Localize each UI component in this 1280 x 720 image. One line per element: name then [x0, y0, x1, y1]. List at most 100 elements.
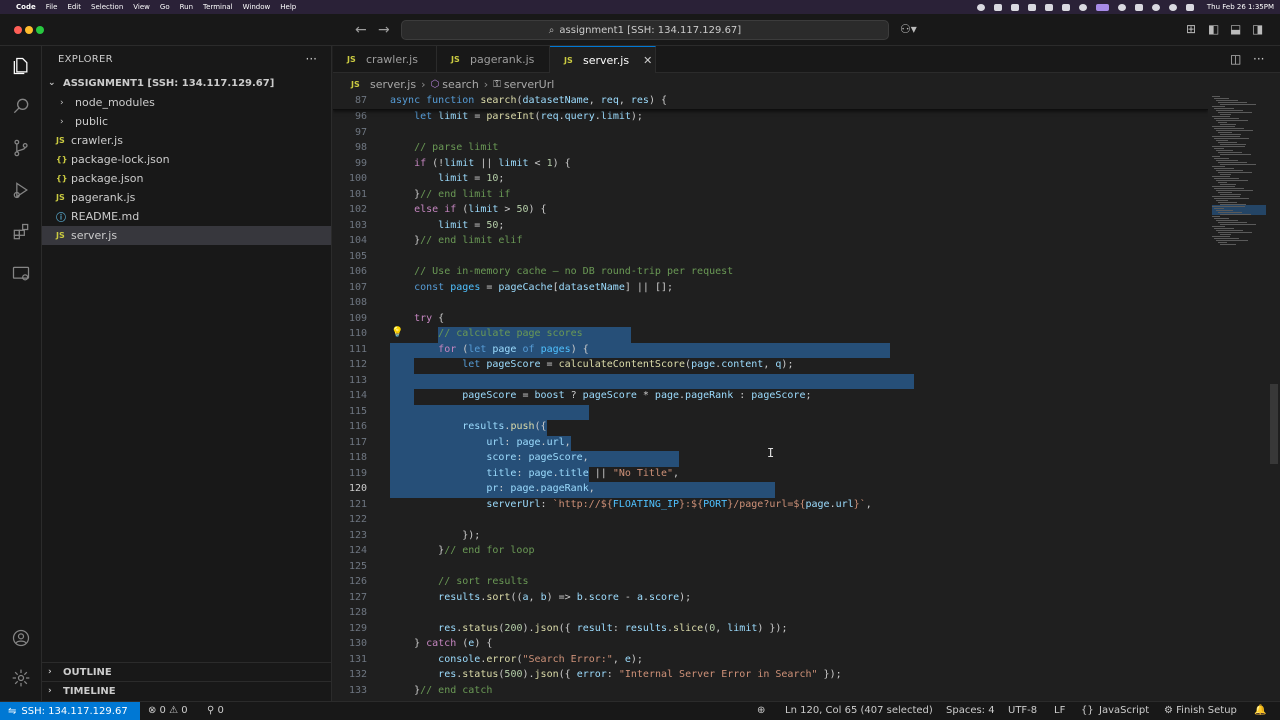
code-line[interactable]: 105	[333, 250, 1208, 266]
code-line[interactable]: 133 }// end catch	[333, 684, 1208, 700]
code-line[interactable]: 108	[333, 296, 1208, 312]
code-line[interactable]: 107 const pages = pageCache[datasetName]…	[333, 281, 1208, 297]
more-actions-icon[interactable]: ···	[1253, 52, 1264, 66]
tab-crawler-js[interactable]: JS crawler.js	[333, 46, 437, 73]
menu-edit[interactable]: Edit	[67, 3, 81, 11]
toggle-sidebar-icon[interactable]: ◧	[1208, 22, 1219, 36]
end-of-line[interactable]: LF	[1054, 705, 1065, 716]
code-editor[interactable]: 87 async function search(datasetName, re…	[333, 94, 1208, 701]
cursor-position[interactable]: Ln 120, Col 65 (407 selected)	[785, 705, 933, 716]
menu-terminal[interactable]: Terminal	[203, 3, 233, 11]
code-line[interactable]: 119 title: page.title || "No Title",	[333, 466, 1208, 482]
cloud-icon[interactable]	[993, 3, 1002, 11]
customize-layout-icon[interactable]: ⊞	[1186, 22, 1196, 36]
search-view-icon[interactable]	[9, 94, 33, 118]
code-line[interactable]: 110 // calculate page scores	[333, 327, 1208, 343]
siri-icon[interactable]	[1185, 3, 1194, 11]
vertical-scrollbar[interactable]	[1268, 94, 1280, 701]
remote-indicator[interactable]: ⇋ SSH: 134.117.129.67	[0, 702, 140, 720]
code-line[interactable]: 126 // sort results	[333, 575, 1208, 591]
tree-item-readme-md[interactable]: ⓘ README.md	[42, 207, 331, 226]
code-line[interactable]: 120 pr: page.pageRank,	[333, 482, 1208, 498]
code-line[interactable]: 99 if (!limit || limit < 1) {	[333, 157, 1208, 173]
control-center-icon[interactable]	[1095, 3, 1109, 11]
code-line[interactable]: 122	[333, 513, 1208, 529]
run-debug-icon[interactable]	[9, 178, 33, 202]
timeline-section[interactable]: › TIMELINE	[42, 681, 332, 700]
camera-icon[interactable]	[1061, 3, 1070, 11]
more-actions-icon[interactable]: ···	[306, 52, 317, 66]
menubar-clock[interactable]: Thu Feb 26 1:35PM	[1207, 3, 1274, 11]
toggle-panel-icon[interactable]: ⬓	[1230, 22, 1241, 36]
extensions-icon[interactable]	[9, 220, 33, 244]
code-line[interactable]: 100 limit = 10;	[333, 172, 1208, 188]
language-mode[interactable]: JavaScript	[1099, 705, 1149, 716]
breadcrumb-file[interactable]: server.js	[370, 78, 416, 91]
outline-section[interactable]: › OUTLINE	[42, 662, 332, 681]
menu-selection[interactable]: Selection	[91, 3, 123, 11]
explorer-icon[interactable]	[9, 54, 33, 78]
problems-indicator[interactable]: ⊗ 0 ⚠ 0	[148, 705, 188, 716]
copilot-icon[interactable]: ⚇▾	[900, 22, 917, 36]
command-center-search[interactable]: ⌕ assignment1 [SSH: 134.117.129.67]	[401, 20, 889, 40]
code-line[interactable]: 121 serverUrl: `http://${FLOATING_IP}:${…	[333, 498, 1208, 514]
code-line[interactable]: 103 limit = 50;	[333, 219, 1208, 235]
menu-run[interactable]: Run	[180, 3, 193, 11]
split-editor-icon[interactable]: ◫	[1230, 52, 1241, 66]
close-window-button[interactable]	[14, 26, 22, 34]
back-arrow-icon[interactable]: ←	[355, 22, 367, 38]
record-icon[interactable]	[976, 3, 985, 11]
finish-setup-button[interactable]: ⚙ Finish Setup	[1164, 705, 1237, 716]
code-line[interactable]: 98 // parse limit	[333, 141, 1208, 157]
tree-item-package-lock-json[interactable]: {} package-lock.json	[42, 150, 331, 169]
code-line[interactable]: 109 try {	[333, 312, 1208, 328]
menu-file[interactable]: File	[46, 3, 58, 11]
workspace-root[interactable]: ⌄ ASSIGNMENT1 [SSH: 134.117.129.67]	[42, 73, 331, 93]
code-line[interactable]: 101 }// end limit if	[333, 188, 1208, 204]
menu-app[interactable]: Code	[16, 3, 36, 11]
sticky-scroll-header[interactable]: 87 async function search(datasetName, re…	[333, 94, 1208, 110]
tree-item-public[interactable]: › public	[42, 112, 331, 131]
code-line[interactable]: 127 results.sort((a, b) => b.score - a.s…	[333, 591, 1208, 607]
code-line[interactable]: 114 pageScore = boost ? pageScore * page…	[333, 389, 1208, 405]
code-line[interactable]: 123 });	[333, 529, 1208, 545]
manage-gear-icon[interactable]	[9, 666, 33, 690]
tree-item-server-js[interactable]: JS server.js	[42, 226, 331, 245]
code-line[interactable]: 124 }// end for loop	[333, 544, 1208, 560]
zoom-icon[interactable]: ⊕	[757, 705, 765, 716]
code-line[interactable]: 131 console.error("Search Error:", e);	[333, 653, 1208, 669]
indentation[interactable]: Spaces: 4	[946, 705, 995, 716]
grid-icon[interactable]	[1027, 3, 1036, 11]
code-line[interactable]: 112 let pageScore = calculateContentScor…	[333, 358, 1208, 374]
tab-pagerank-js[interactable]: JS pagerank.js	[437, 46, 550, 73]
tree-item-crawler-js[interactable]: JS crawler.js	[42, 131, 331, 150]
code-line[interactable]: 115	[333, 404, 1208, 420]
code-line[interactable]: 125	[333, 560, 1208, 576]
code-line[interactable]: 116 results.push({	[333, 420, 1208, 436]
menu-view[interactable]: View	[133, 3, 150, 11]
tree-item-node-modules[interactable]: › node_modules	[42, 93, 331, 112]
remote-explorer-icon[interactable]	[9, 262, 33, 286]
code-line[interactable]: 106 // Use in-memory cache — no DB round…	[333, 265, 1208, 281]
code-line[interactable]: 128	[333, 606, 1208, 622]
menu-go[interactable]: Go	[160, 3, 170, 11]
wifi-icon[interactable]	[1151, 3, 1160, 11]
code-line[interactable]: 96 let limit = parseInt(req.query.limit)…	[333, 110, 1208, 126]
code-line[interactable]: 129 res.status(200).json({ result: resul…	[333, 622, 1208, 638]
accounts-icon[interactable]	[9, 626, 33, 650]
spotlight-icon[interactable]	[1168, 3, 1177, 11]
code-line[interactable]: 104 }// end limit elif	[333, 234, 1208, 250]
code-line[interactable]: 113	[333, 373, 1208, 389]
lightbulb-icon[interactable]: 💡	[391, 327, 403, 338]
code-line[interactable]: 102 else if (limit > 50) {	[333, 203, 1208, 219]
cloud2-icon[interactable]	[1044, 3, 1053, 11]
menu-window[interactable]: Window	[243, 3, 271, 11]
maximize-window-button[interactable]	[36, 26, 44, 34]
code-line[interactable]: 111 for (let page of pages) {	[333, 342, 1208, 358]
forward-arrow-icon[interactable]: →	[378, 22, 390, 38]
code-line[interactable]: 97	[333, 126, 1208, 142]
tree-item-pagerank-js[interactable]: JS pagerank.js	[42, 188, 331, 207]
tab-server-js[interactable]: JS server.js ✕	[550, 46, 656, 73]
breadcrumb-key[interactable]: serverUrl	[504, 78, 554, 91]
code-line[interactable]: 130 } catch (e) {	[333, 637, 1208, 653]
